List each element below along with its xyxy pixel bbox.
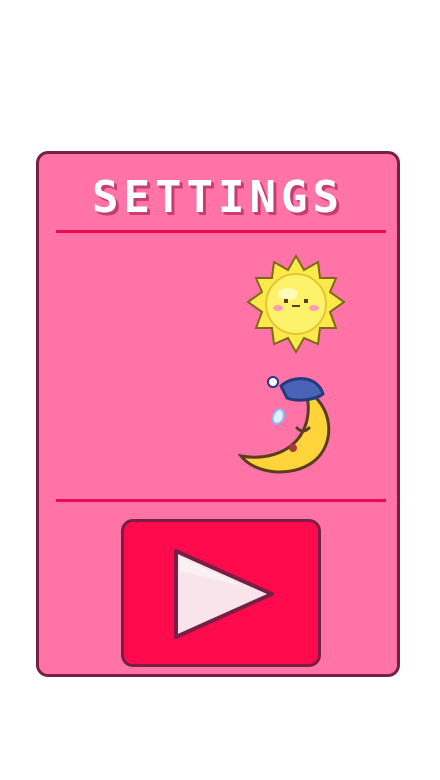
play-button[interactable] [121, 519, 321, 667]
sun-icon [246, 253, 346, 355]
sleeping-moon-icon [237, 376, 331, 474]
top-divider [56, 230, 386, 233]
day-mode-toggle[interactable] [244, 252, 348, 356]
night-mode-toggle[interactable] [235, 370, 347, 482]
settings-title: SETTINGS [92, 172, 344, 223]
bottom-divider [56, 499, 386, 502]
settings-panel: SETTINGS [36, 151, 400, 677]
play-icon [174, 549, 274, 639]
